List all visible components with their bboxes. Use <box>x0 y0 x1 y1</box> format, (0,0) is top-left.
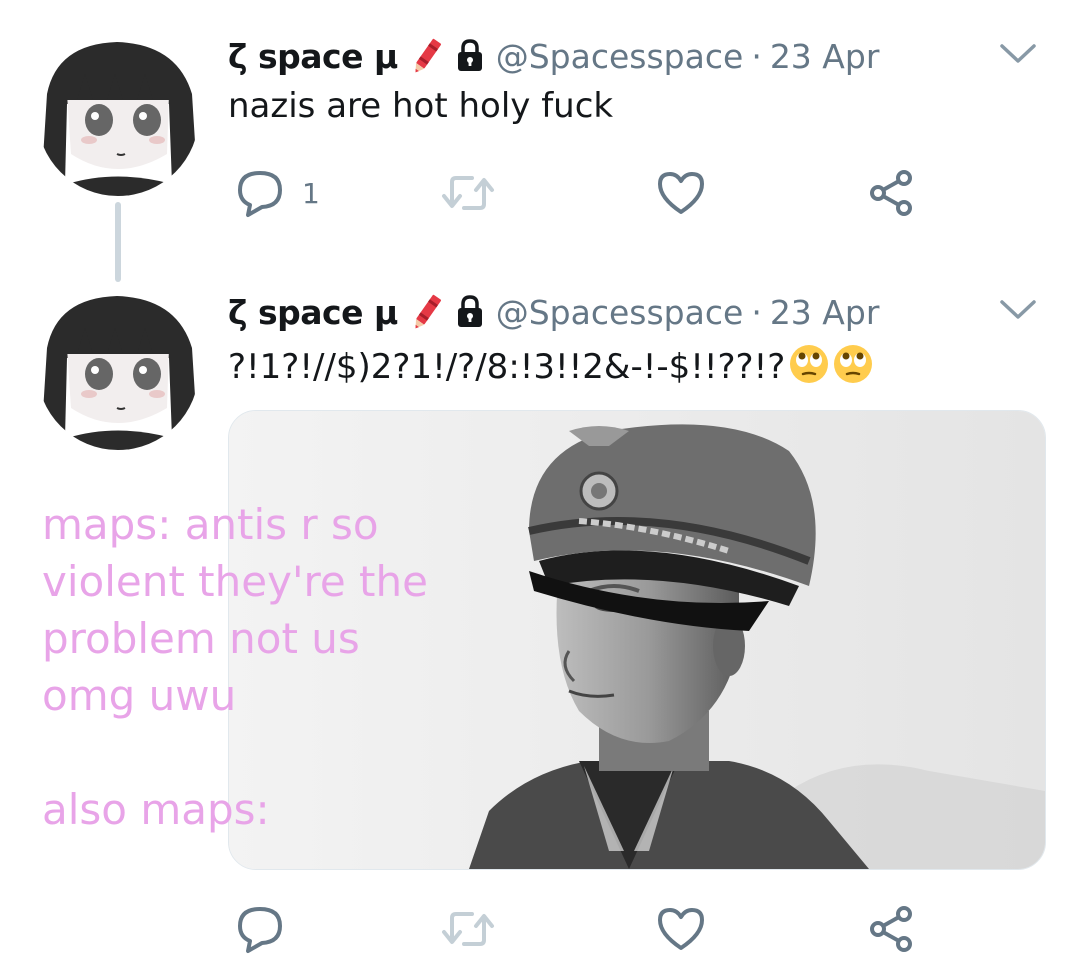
chevron-down-icon[interactable] <box>998 40 1038 68</box>
tweet-date[interactable]: 23 Apr <box>770 37 880 76</box>
tweet-text-body: ?!1?!//$)2?1!/?/8:!3!!2&-!-$!!??!? <box>228 347 786 387</box>
tweet-action-bar: 1 <box>236 168 926 218</box>
tweet-header: ζ space μ @Spacesspace · 23 Apr <box>228 32 879 80</box>
rolling-eyes-emoji-icon <box>833 344 873 384</box>
retweet-button[interactable] <box>440 168 514 218</box>
share-icon <box>870 170 912 216</box>
tweet-header: ζ space μ @Spacesspace · 23 Apr <box>228 288 879 336</box>
heart-icon <box>658 172 704 214</box>
overlay-caption: maps: antis r so violent they're the pro… <box>42 500 428 834</box>
chevron-down-icon[interactable] <box>998 296 1038 324</box>
share-icon <box>870 906 912 952</box>
like-button[interactable] <box>656 904 724 954</box>
rolling-eyes-emoji-icon <box>789 344 829 384</box>
reply-button[interactable] <box>236 904 302 954</box>
heart-icon <box>658 908 704 950</box>
retweet-icon <box>442 912 494 946</box>
tweet-text: ?!1?!//$)2?1!/?/8:!3!!2&-!-$!!??!? <box>228 344 873 387</box>
retweet-icon <box>442 176 494 210</box>
tweet-date[interactable]: 23 Apr <box>770 293 880 332</box>
user-handle[interactable]: @Spacesspace <box>496 293 744 332</box>
display-name[interactable]: ζ space μ <box>228 37 398 76</box>
display-name[interactable]: ζ space μ <box>228 293 398 332</box>
share-button[interactable] <box>866 168 916 218</box>
reply-count: 1 <box>302 176 320 210</box>
reply-button[interactable]: 1 <box>236 168 320 218</box>
lock-icon <box>456 295 484 329</box>
thread-connector-line <box>115 202 121 282</box>
reply-icon <box>238 907 282 953</box>
separator-dot: · <box>751 292 762 332</box>
crayon-icon <box>410 292 444 332</box>
lock-icon <box>456 39 484 73</box>
tweet-text: nazis are hot holy fuck <box>228 86 614 126</box>
avatar[interactable] <box>37 34 199 196</box>
retweet-button[interactable] <box>440 904 514 954</box>
share-button[interactable] <box>866 904 916 954</box>
avatar[interactable] <box>37 288 199 450</box>
user-handle[interactable]: @Spacesspace <box>496 37 744 76</box>
crayon-icon <box>410 36 444 76</box>
tweet-action-bar <box>236 904 926 954</box>
like-button[interactable] <box>656 168 724 218</box>
reply-icon <box>238 171 282 217</box>
separator-dot: · <box>751 36 762 76</box>
